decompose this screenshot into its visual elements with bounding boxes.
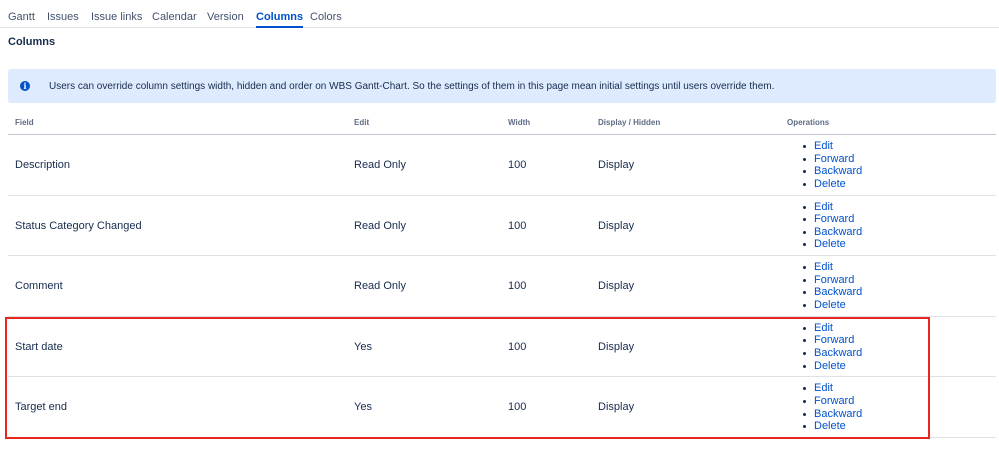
cell-width: 100: [508, 401, 527, 414]
list-item: Delete: [801, 360, 862, 373]
cell-field: Target end: [15, 401, 67, 414]
edit-link[interactable]: Edit: [814, 382, 833, 394]
tab-columns[interactable]: Columns: [256, 10, 304, 28]
list-item: Backward: [801, 226, 862, 239]
tab-issues[interactable]: Issues: [47, 10, 79, 24]
row-operations: Edit Forward Backward Delete: [801, 322, 862, 372]
tab-colors[interactable]: Colors: [310, 10, 342, 24]
cell-width: 100: [508, 340, 527, 353]
table-row: Status Category Changed Read Only 100 Di…: [8, 196, 996, 257]
row-operations: Edit Forward Backward Delete: [801, 382, 862, 432]
row-operations: Edit Forward Backward Delete: [801, 201, 862, 251]
backward-link[interactable]: Backward: [814, 347, 862, 359]
forward-link[interactable]: Forward: [814, 395, 854, 407]
forward-link[interactable]: Forward: [814, 334, 854, 346]
list-item: Forward: [801, 274, 862, 287]
columns-table: Field Edit Width Display / Hidden Operat…: [8, 112, 996, 438]
settings-tabs: Gantt Issues Issue links Calendar Versio…: [0, 0, 999, 28]
list-item: Edit: [801, 382, 862, 395]
list-item: Edit: [801, 261, 862, 274]
list-item: Forward: [801, 153, 862, 166]
cell-edit: Read Only: [354, 280, 406, 293]
list-item: Edit: [801, 201, 862, 214]
list-item: Backward: [801, 347, 862, 360]
list-item: Edit: [801, 322, 862, 335]
header-operations: Operations: [787, 118, 830, 127]
delete-link[interactable]: Delete: [814, 238, 846, 250]
backward-link[interactable]: Backward: [814, 408, 862, 420]
edit-link[interactable]: Edit: [814, 261, 833, 273]
cell-edit: Yes: [354, 340, 372, 353]
delete-link[interactable]: Delete: [814, 420, 846, 432]
cell-width: 100: [508, 159, 527, 171]
info-message: Users can override column settings width…: [49, 81, 775, 92]
cell-edit: Yes: [354, 401, 372, 414]
list-item: Delete: [801, 420, 862, 433]
table-row: Target end Yes 100 Display Edit Forward …: [8, 377, 996, 438]
header-width: Width: [508, 118, 531, 127]
list-item: Forward: [801, 334, 862, 347]
delete-link[interactable]: Delete: [814, 360, 846, 372]
table-row: Description Read Only 100 Display Edit F…: [8, 135, 996, 196]
cell-width: 100: [508, 219, 527, 232]
header-field: Field: [15, 118, 34, 127]
forward-link[interactable]: Forward: [814, 274, 854, 286]
list-item: Backward: [801, 165, 862, 178]
cell-display: Display: [598, 340, 635, 353]
edit-link[interactable]: Edit: [814, 201, 833, 213]
info-icon: i: [20, 81, 30, 91]
backward-link[interactable]: Backward: [814, 226, 862, 238]
tab-gantt[interactable]: Gantt: [8, 10, 35, 24]
list-item: Forward: [801, 395, 862, 408]
edit-link[interactable]: Edit: [814, 322, 833, 334]
backward-link[interactable]: Backward: [814, 165, 862, 177]
forward-link[interactable]: Forward: [814, 153, 854, 165]
header-edit: Edit: [354, 118, 370, 127]
list-item: Delete: [801, 299, 862, 312]
list-item: Edit: [801, 140, 862, 153]
page-title: Columns: [8, 36, 56, 48]
info-banner: i Users can override column settings wid…: [8, 69, 996, 103]
cell-field: Description: [15, 159, 71, 171]
cell-width: 100: [508, 280, 527, 293]
cell-display: Display: [598, 280, 635, 293]
cell-display: Display: [598, 159, 635, 171]
table-header: Field Edit Width Display / Hidden Operat…: [8, 112, 996, 135]
cell-field: Comment: [15, 280, 63, 293]
cell-edit: Read Only: [354, 159, 406, 171]
tab-issue-links[interactable]: Issue links: [91, 10, 142, 24]
backward-link[interactable]: Backward: [814, 286, 862, 298]
header-display: Display / Hidden: [598, 118, 661, 127]
list-item: Backward: [801, 408, 862, 421]
tab-version[interactable]: Version: [207, 10, 244, 24]
table-row: Comment Read Only 100 Display Edit Forwa…: [8, 256, 996, 317]
cell-display: Display: [598, 401, 635, 414]
list-item: Delete: [801, 238, 862, 251]
list-item: Backward: [801, 286, 862, 299]
list-item: Forward: [801, 213, 862, 226]
row-operations: Edit Forward Backward Delete: [801, 140, 862, 190]
edit-link[interactable]: Edit: [814, 140, 833, 152]
table-row: Start date Yes 100 Display Edit Forward …: [8, 317, 996, 378]
row-operations: Edit Forward Backward Delete: [801, 261, 862, 311]
cell-edit: Read Only: [354, 219, 406, 232]
cell-field: Start date: [15, 340, 63, 353]
tab-calendar[interactable]: Calendar: [152, 10, 197, 24]
cell-field: Status Category Changed: [15, 219, 142, 232]
forward-link[interactable]: Forward: [814, 213, 854, 225]
delete-link[interactable]: Delete: [814, 178, 846, 190]
list-item: Delete: [801, 178, 862, 191]
delete-link[interactable]: Delete: [814, 299, 846, 311]
cell-display: Display: [598, 219, 635, 232]
